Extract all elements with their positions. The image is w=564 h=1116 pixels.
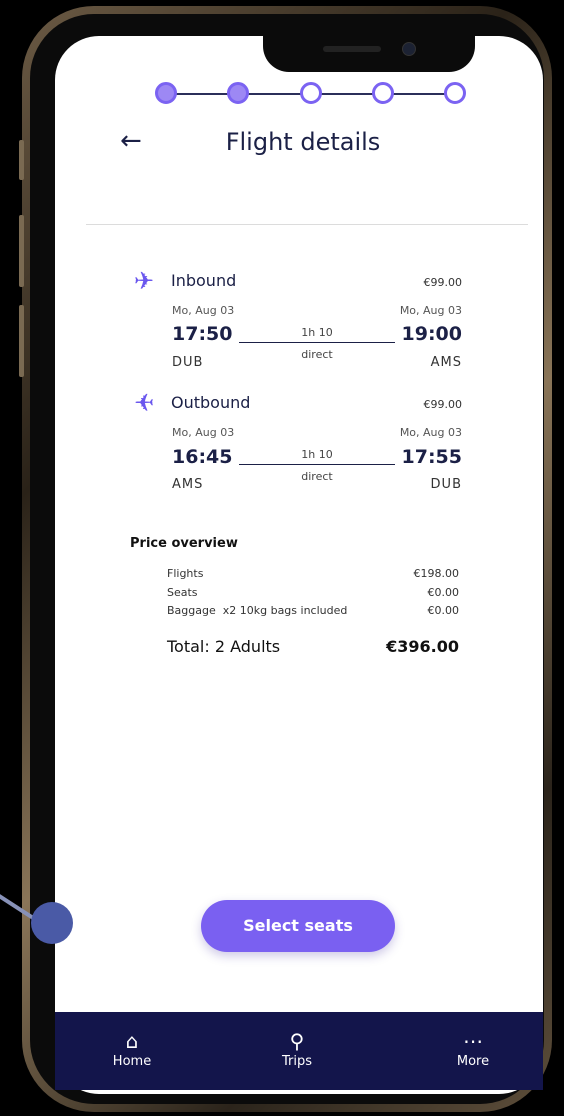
header-divider bbox=[86, 224, 528, 225]
inbound-dep-date: Mo, Aug 03 bbox=[172, 304, 235, 317]
total-value: €396.00 bbox=[386, 637, 459, 656]
outbound-from: AMS bbox=[172, 477, 204, 492]
outbound-to: DUB bbox=[430, 477, 462, 492]
seats-value: €0.00 bbox=[427, 586, 460, 599]
touch-indicator bbox=[31, 902, 73, 944]
outbound-arr-date: Mo, Aug 03 bbox=[399, 426, 462, 439]
nav-item-home[interactable]: ⌂ Home bbox=[97, 1030, 167, 1069]
inbound-arr-date: Mo, Aug 03 bbox=[399, 304, 462, 317]
outbound-stops: direct bbox=[301, 470, 333, 483]
baggage-label: Baggage x2 10kg bags included bbox=[167, 604, 348, 617]
outbound-label: Outbound bbox=[171, 393, 251, 412]
more-icon: ⋯ bbox=[463, 1029, 483, 1053]
plane-right-icon: ✈ bbox=[134, 267, 155, 295]
step-4 bbox=[372, 82, 394, 104]
phone-volume-down-button bbox=[19, 305, 24, 377]
flights-label: Flights bbox=[167, 567, 204, 580]
nav-item-trips[interactable]: ⚲ Trips bbox=[262, 1030, 332, 1069]
select-seats-button[interactable]: Select seats bbox=[201, 900, 395, 952]
outbound-price: €99.00 bbox=[423, 398, 463, 411]
step-2 bbox=[227, 82, 249, 104]
nav-label-home: Home bbox=[112, 1054, 152, 1069]
phone-side-button bbox=[19, 140, 24, 180]
step-1 bbox=[155, 82, 177, 104]
home-icon: ⌂ bbox=[125, 1029, 139, 1053]
phone-volume-up-button bbox=[19, 215, 24, 287]
camera-icon bbox=[402, 42, 416, 56]
outbound-dep-time: 16:45 bbox=[172, 446, 233, 468]
inbound-to: AMS bbox=[430, 355, 462, 370]
phone-notch bbox=[263, 36, 475, 72]
inbound-route-line bbox=[239, 342, 395, 343]
inbound-stops: direct bbox=[301, 348, 333, 361]
search-icon: ⚲ bbox=[289, 1029, 305, 1053]
nav-item-more[interactable]: ⋯ More bbox=[438, 1030, 508, 1069]
arrow-left-icon[interactable]: ← bbox=[120, 126, 142, 156]
outbound-route-line bbox=[239, 464, 395, 465]
inbound-label: Inbound bbox=[171, 271, 237, 290]
outbound-dep-date: Mo, Aug 03 bbox=[172, 426, 235, 439]
inbound-from: DUB bbox=[172, 355, 204, 370]
nav-label-more: More bbox=[456, 1054, 490, 1069]
seats-label: Seats bbox=[167, 586, 198, 599]
total-label: Total: 2 Adults bbox=[167, 637, 281, 656]
step-5 bbox=[444, 82, 466, 104]
page-title: Flight details bbox=[225, 128, 381, 156]
price-overview-heading: Price overview bbox=[130, 536, 238, 551]
flights-value: €198.00 bbox=[413, 567, 460, 580]
inbound-dep-time: 17:50 bbox=[172, 323, 233, 345]
speaker-grille bbox=[323, 46, 381, 52]
inbound-price: €99.00 bbox=[423, 276, 463, 289]
nav-label-trips: Trips bbox=[281, 1054, 312, 1069]
baggage-value: €0.00 bbox=[427, 604, 460, 617]
plane-left-icon: ✈ bbox=[134, 389, 155, 417]
inbound-duration: 1h 10 bbox=[301, 326, 333, 339]
outbound-duration: 1h 10 bbox=[301, 448, 333, 461]
step-3 bbox=[300, 82, 322, 104]
